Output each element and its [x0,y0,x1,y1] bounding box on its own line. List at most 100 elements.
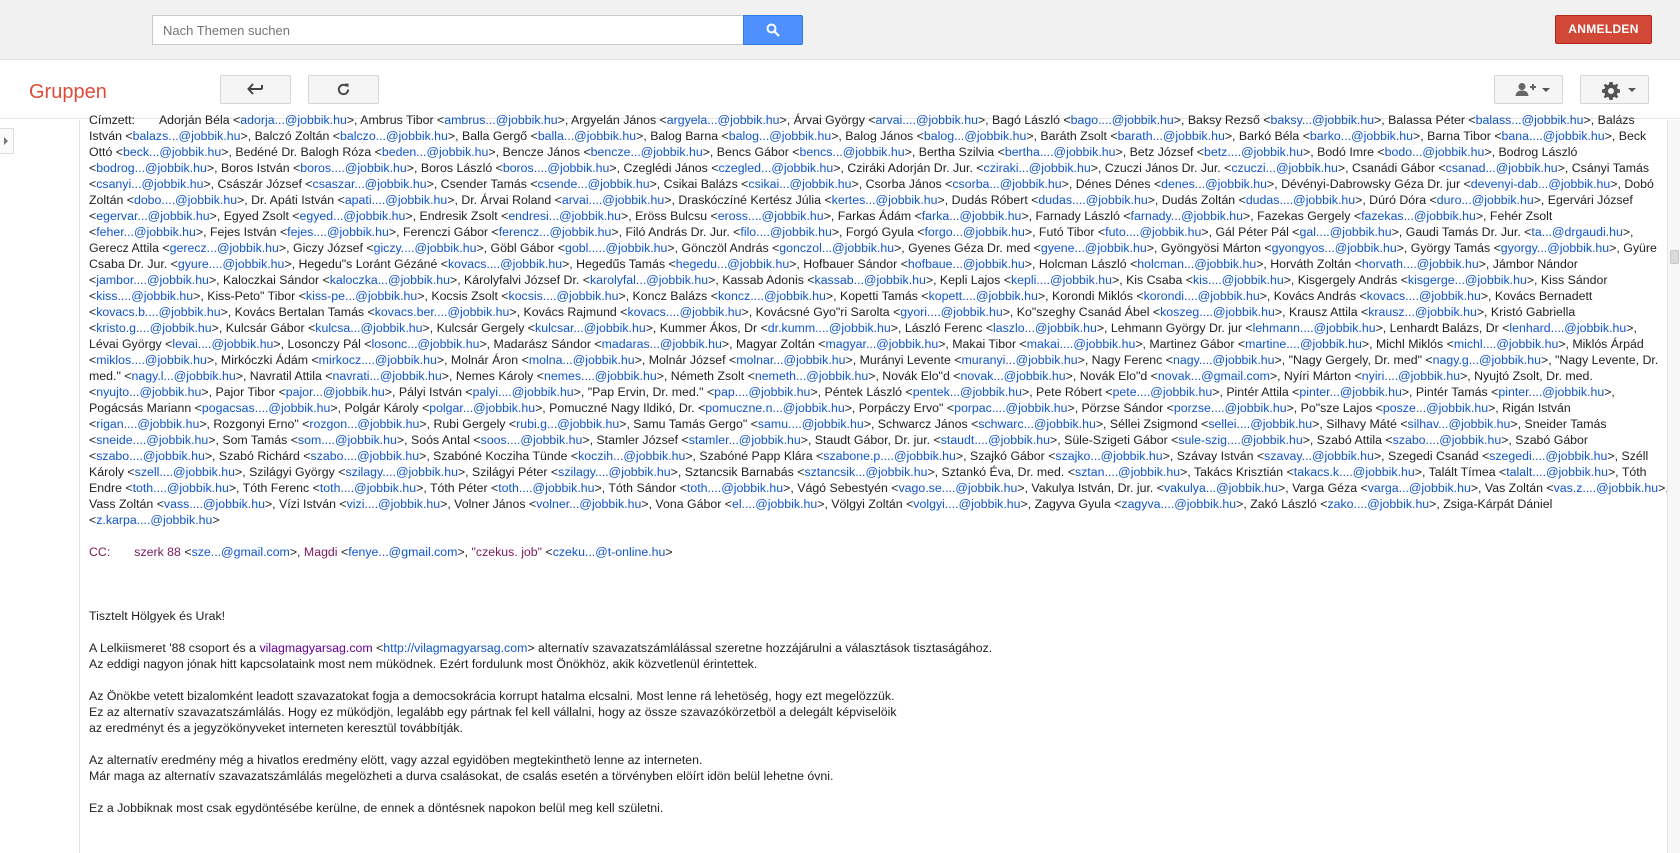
vertical-scrollbar[interactable] [1667,120,1680,853]
email-link[interactable]: barath...@jobbik.hu [1118,129,1225,143]
email-link[interactable]: csikai...@jobbik.hu [748,177,851,191]
email-link[interactable]: madaras...@jobbik.hu [602,337,722,351]
email-link[interactable]: som....@jobbik.hu [298,433,397,447]
email-link[interactable]: kassab...@jobbik.hu [815,273,926,287]
email-link[interactable]: porzse....@jobbik.hu [1174,401,1287,415]
email-link[interactable]: rigan....@jobbik.hu [96,417,199,431]
email-link[interactable]: csende...@jobbik.hu [538,177,650,191]
email-link[interactable]: csaszar...@jobbik.hu [313,177,427,191]
email-link[interactable]: kulcsa...@jobbik.hu [315,321,422,335]
email-link[interactable]: posze...@jobbik.hu [1383,401,1488,415]
email-link[interactable]: gonczol...@jobbik.hu [779,241,894,255]
email-link[interactable]: volgyi....@jobbik.hu [913,497,1020,511]
email-link[interactable]: toth....@jobbik.hu [133,481,229,495]
email-link[interactable]: el....@jobbik.hu [732,497,817,511]
email-link[interactable]: krausz...@jobbik.hu [1368,305,1477,319]
email-link[interactable]: pap....@jobbik.hu [714,385,810,399]
email-link[interactable]: toth....@jobbik.hu [320,481,416,495]
email-link[interactable]: farnady...@jobbik.hu [1131,209,1244,223]
email-link[interactable]: sztan....@jobbik.hu [1075,465,1180,479]
email-link[interactable]: kepli....@jobbik.hu [1011,273,1112,287]
email-link[interactable]: bago....@jobbik.hu [1071,113,1174,127]
email-link[interactable]: bodrog...@jobbik.hu [96,161,207,175]
email-link[interactable]: nagy.l...@jobbik.hu [131,369,235,383]
email-link[interactable]: bodo...@jobbik.hu [1385,145,1485,159]
email-link[interactable]: balog...@jobbik.hu [729,129,831,143]
email-link[interactable]: szabo....@jobbik.hu [96,449,205,463]
search-button[interactable] [743,15,803,45]
back-button[interactable] [220,75,291,104]
email-link[interactable]: nyujto...@jobbik.hu [96,385,201,399]
email-link[interactable]: balog...@jobbik.hu [924,129,1026,143]
email-link[interactable]: gobl.....@jobbik.hu [565,241,667,255]
email-link[interactable]: koczih...@jobbik.hu [578,449,685,463]
email-link[interactable]: beck...@jobbik.hu [123,145,221,159]
scrollbar-thumb[interactable] [1670,250,1679,264]
email-link[interactable]: martine....@jobbik.hu [1245,337,1362,351]
email-link[interactable]: czuczi...@jobbik.hu [1231,161,1338,175]
email-link[interactable]: makai....@jobbik.hu [1027,337,1136,351]
email-link[interactable]: koszeg....@jobbik.hu [1160,305,1275,319]
email-link[interactable]: futo....@jobbik.hu [1105,225,1201,239]
email-link[interactable]: baksy...@jobbik.hu [1271,113,1375,127]
email-link[interactable]: magyar...@jobbik.hu [825,337,938,351]
email-link[interactable]: balczo...@jobbik.hu [340,129,448,143]
email-link[interactable]: kiss-pe...@jobbik.hu [306,289,417,303]
email-link[interactable]: endresi...@jobbik.hu [508,209,621,223]
email-link[interactable]: argyela...@jobbik.hu [667,113,780,127]
email-link[interactable]: kocsis....@jobbik.hu [509,289,619,303]
email-link[interactable]: egervar...@jobbik.hu [96,209,209,223]
email-link[interactable]: giczy....@jobbik.hu [374,241,477,255]
email-link[interactable]: rubi.g...@jobbik.hu [516,417,619,431]
email-link[interactable]: lehmann....@jobbik.hu [1253,321,1376,335]
email-link[interactable]: gyongyos...@jobbik.hu [1272,241,1397,255]
email-link[interactable]: http://vilagmagyarsag.com [383,641,527,655]
email-link[interactable]: gyene...@jobbik.hu [1041,241,1147,255]
email-link[interactable]: novak...@gmail.com [1158,369,1270,383]
email-link[interactable]: porpac....@jobbik.hu [954,401,1067,415]
email-link[interactable]: michl....@jobbik.hu [1454,337,1558,351]
refresh-button[interactable] [308,75,379,104]
email-link[interactable]: sellei....@jobbik.hu [1208,417,1312,431]
email-link[interactable]: talalt....@jobbik.hu [1506,465,1608,479]
email-link[interactable]: navrati...@jobbik.hu [332,369,441,383]
email-link[interactable]: hegedu...@jobbik.hu [676,257,789,271]
email-link[interactable]: koncz....@jobbik.hu [718,289,826,303]
email-link[interactable]: vakulya...@jobbik.hu [1164,481,1278,495]
email-link[interactable]: sneide....@jobbik.hu [96,433,208,447]
email-link[interactable]: dr.kumm....@jobbik.hu [768,321,891,335]
email-link[interactable]: nyiri....@jobbik.hu [1362,369,1460,383]
email-link[interactable]: sze...@gmail.com [192,545,290,559]
email-link[interactable]: gyorgy...@jobbik.hu [1501,241,1609,255]
email-link[interactable]: feher...@jobbik.hu [96,225,196,239]
email-link[interactable]: toth....@jobbik.hu [687,481,783,495]
email-link[interactable]: hofbaue...@jobbik.hu [908,257,1025,271]
email-link[interactable]: bencs...@jobbik.hu [799,145,904,159]
email-link[interactable]: dudas....@jobbik.hu [1246,193,1355,207]
email-link[interactable]: kisgerge...@jobbik.hu [1408,273,1527,287]
email-link[interactable]: holcman...@jobbik.hu [1137,257,1256,271]
email-link[interactable]: pajor...@jobbik.hu [286,385,385,399]
email-link[interactable]: fenye...@gmail.com [348,545,457,559]
email-link[interactable]: arvai....@jobbik.hu [562,193,664,207]
email-link[interactable]: levai....@jobbik.hu [172,337,273,351]
email-link[interactable]: nemeth...@jobbik.hu [755,369,868,383]
email-link[interactable]: horvath....@jobbik.hu [1362,257,1479,271]
email-link[interactable]: vas.z....@jobbik.hu [1554,481,1658,495]
email-link[interactable]: eross....@jobbik.hu [718,209,824,223]
email-link[interactable]: samu....@jobbik.hu [758,417,864,431]
email-link[interactable]: farka...@jobbik.hu [922,209,1022,223]
email-link[interactable]: miklos....@jobbik.hu [96,353,207,367]
email-link[interactable]: kovacs.b....@jobbik.hu [96,305,220,319]
email-link[interactable]: czeku...@t-online.hu [553,545,666,559]
email-link[interactable]: ambrus...@jobbik.hu [444,113,557,127]
email-link[interactable]: staudt....@jobbik.hu [941,433,1050,447]
email-link[interactable]: silhav...@jobbik.hu [1408,417,1511,431]
email-link[interactable]: nemes....@jobbik.hu [544,369,657,383]
email-link[interactable]: palyi....@jobbik.hu [473,385,574,399]
email-link[interactable]: zagyva....@jobbik.hu [1121,497,1236,511]
email-link[interactable]: muranyi...@jobbik.hu [961,353,1077,367]
email-link[interactable]: molna...@jobbik.hu [529,353,635,367]
email-link[interactable]: kovacs....@jobbik.hu [1367,289,1481,303]
email-link[interactable]: pentek...@jobbik.hu [913,385,1022,399]
